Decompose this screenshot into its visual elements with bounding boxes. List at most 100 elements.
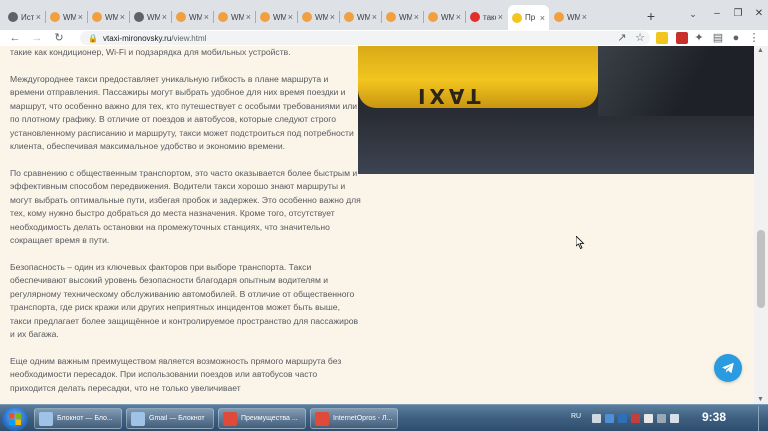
telegram-button[interactable] <box>714 354 742 382</box>
reload-icon[interactable]: ↻ <box>52 31 66 45</box>
url-host: vtaxi-mironovsky.ru <box>102 33 172 43</box>
windows-taskbar: RU 9:38 Блокнот — Бло... Gmail — Блокнот П… <box>0 404 768 431</box>
tab-title: Истор <box>21 12 34 22</box>
network-icon[interactable] <box>644 414 653 423</box>
tab-title: WMm <box>399 12 412 22</box>
browser-tab[interactable]: WMm× <box>88 6 129 28</box>
tab-close-icon[interactable]: × <box>36 12 41 22</box>
tab-title: такси <box>483 12 496 22</box>
tray-icon[interactable] <box>657 414 666 423</box>
tab-title: WMm <box>441 12 454 22</box>
taskbar-window-button[interactable]: Блокнот — Бло... <box>34 408 122 429</box>
tray-icon[interactable] <box>592 414 601 423</box>
tab-title: WMm <box>315 12 328 22</box>
browser-tab[interactable]: WMm× <box>46 6 87 28</box>
volume-icon[interactable] <box>670 414 679 423</box>
tab-favicon-icon <box>260 12 270 22</box>
scroll-up-arrow-icon[interactable]: ▲ <box>757 47 764 54</box>
new-tab-button[interactable]: + <box>643 8 659 24</box>
tab-title: WMm <box>147 12 160 22</box>
tab-title: WMm <box>567 12 580 22</box>
tab-favicon-icon <box>344 12 354 22</box>
address-bar[interactable]: 🔒 vtaxi-mironovsky.ru/view.html <box>80 31 650 45</box>
browser-tab[interactable]: такси× <box>466 6 507 28</box>
browser-tab[interactable]: WMm× <box>130 6 171 28</box>
start-button[interactable] <box>2 407 28 431</box>
tab-close-icon[interactable]: × <box>162 12 167 22</box>
extension-icon[interactable] <box>656 32 668 44</box>
tab-title: WMm <box>231 12 244 22</box>
taskbar-window-label: InternetOpros - Л... <box>333 415 393 422</box>
close-window-icon[interactable]: ✕ <box>751 8 767 22</box>
tray-icon[interactable] <box>631 414 640 423</box>
taskbar-window-button[interactable]: InternetOpros - Л... <box>310 408 398 429</box>
extension-icon[interactable] <box>676 32 688 44</box>
windows-logo-icon <box>9 413 21 425</box>
car-roof <box>598 46 754 116</box>
tab-close-icon[interactable]: × <box>540 13 545 23</box>
tab-favicon-icon <box>218 12 228 22</box>
browser-tab[interactable]: WMm× <box>424 6 465 28</box>
profile-avatar-icon[interactable]: ● <box>729 31 743 45</box>
tab-title: WMm <box>63 12 76 22</box>
article-paragraph: Безопасность – один из ключевых факторов… <box>10 261 359 340</box>
tab-favicon-icon <box>470 12 480 22</box>
tab-close-icon[interactable]: × <box>78 12 83 22</box>
taskbar-window-button[interactable]: Преимущества ... <box>218 408 306 429</box>
tab-close-icon[interactable]: × <box>582 12 587 22</box>
share-icon[interactable]: ↗ <box>615 31 629 45</box>
tab-title: WMm <box>357 12 370 22</box>
tab-favicon-icon <box>92 12 102 22</box>
browser-tab[interactable]: WMm× <box>298 6 339 28</box>
browser-tab[interactable]: WMm× <box>550 6 591 28</box>
browser-tab[interactable]: WMm× <box>256 6 297 28</box>
tab-close-icon[interactable]: × <box>372 12 377 22</box>
tab-close-icon[interactable]: × <box>204 12 209 22</box>
reading-list-icon[interactable]: ▤ <box>711 31 725 45</box>
taxi-roof-sign: TAXI <box>358 46 598 108</box>
taskbar-window-button[interactable]: Gmail — Блокнот <box>126 408 214 429</box>
show-desktop-button[interactable] <box>758 406 768 431</box>
tab-title: WMm <box>273 12 286 22</box>
page-scrollbar[interactable]: ▲ ▼ <box>754 46 768 404</box>
minimize-icon[interactable]: – <box>709 8 725 22</box>
tab-close-icon[interactable]: × <box>456 12 461 22</box>
taskbar-app-icon <box>223 411 237 426</box>
browser-tab[interactable]: WMm× <box>214 6 255 28</box>
browser-tab[interactable]: Пр × <box>508 5 549 30</box>
mouse-cursor-icon <box>576 236 585 249</box>
browser-tab[interactable]: Истор× <box>4 6 45 28</box>
browser-tab[interactable]: WMm× <box>382 6 423 28</box>
forward-icon[interactable]: → <box>30 31 44 45</box>
browser-tab[interactable]: WMm× <box>172 6 213 28</box>
browser-tab[interactable]: WMm× <box>340 6 381 28</box>
tray-icon[interactable] <box>618 414 627 423</box>
tab-close-icon[interactable]: × <box>414 12 419 22</box>
tab-favicon-icon <box>428 12 438 22</box>
tab-favicon-icon <box>176 12 186 22</box>
tab-close-icon[interactable]: × <box>330 12 335 22</box>
menu-icon[interactable]: ⋮ <box>747 31 761 45</box>
language-indicator[interactable]: RU <box>571 413 581 420</box>
bookmark-star-icon[interactable]: ☆ <box>633 31 647 45</box>
article-paragraph: Междугороднее такси предоставляет уникал… <box>10 73 358 152</box>
scroll-thumb[interactable] <box>757 230 765 308</box>
tab-close-icon[interactable]: × <box>120 12 125 22</box>
taskbar-app-icon <box>315 411 329 426</box>
clock[interactable]: 9:38 <box>702 410 726 424</box>
tab-close-icon[interactable]: × <box>288 12 293 22</box>
tab-title: WMm <box>189 12 202 22</box>
tray-icon[interactable] <box>605 414 614 423</box>
back-icon[interactable]: ← <box>8 31 22 45</box>
extensions-puzzle-icon[interactable]: ✦ <box>692 31 706 45</box>
tab-search-icon[interactable]: ⌄ <box>686 9 700 23</box>
tab-close-icon[interactable]: × <box>498 12 503 22</box>
article-paragraph: такие как кондиционер, Wi-Fi и подзарядк… <box>10 47 291 57</box>
scroll-down-arrow-icon[interactable]: ▼ <box>757 396 764 403</box>
maximize-icon[interactable]: ❐ <box>730 8 746 22</box>
lock-icon[interactable]: 🔒 <box>88 34 98 43</box>
tab-close-icon[interactable]: × <box>246 12 251 22</box>
url-path: /view.html <box>171 33 207 43</box>
article-paragraph: Еще одним важным преимуществом является … <box>10 355 342 393</box>
article-text: такие как кондиционер, Wi-Fi и подзарядк… <box>10 46 362 404</box>
